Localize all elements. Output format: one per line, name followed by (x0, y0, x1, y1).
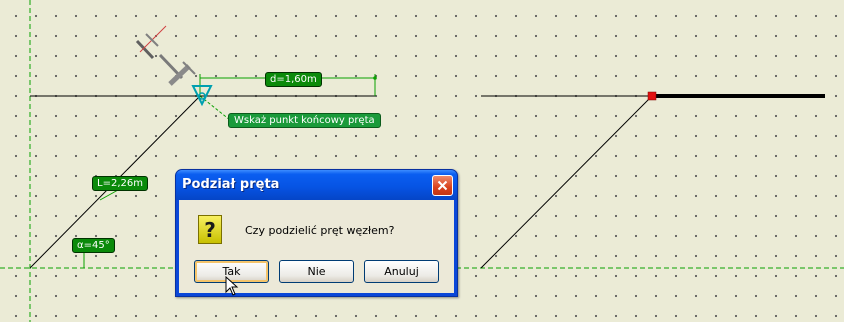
selected-node-marker[interactable] (647, 91, 657, 101)
snap-point-marker-icon (191, 85, 213, 107)
no-button[interactable]: Nie (279, 260, 354, 283)
hint-tag: Wskaż punkt końcowy pręta (228, 113, 381, 128)
angle-tag: α=45° (72, 238, 115, 253)
close-button[interactable] (432, 175, 453, 196)
distance-tag: d=1,60m (265, 72, 322, 87)
close-icon (437, 180, 448, 191)
dialog-title: Podział pręta (182, 177, 280, 192)
cancel-button[interactable]: Anuluj (364, 260, 439, 283)
dimension-end-dot (373, 76, 377, 80)
question-icon: ? (198, 215, 222, 244)
dialog-body: ? Czy podzielić pręt węzłem? Tak Nie Anu… (179, 200, 454, 293)
mouse-pointer-icon (225, 276, 239, 296)
crosshair-cursor-icon (135, 25, 196, 86)
split-bar-dialog: Podział pręta ? Czy podzielić pręt węzłe… (175, 169, 458, 297)
dialog-message: Czy podzielić pręt węzłem? (245, 224, 395, 237)
right-diagonal-bar (480, 95, 653, 269)
dialog-titlebar[interactable]: Podział pręta (176, 170, 457, 200)
length-tag: L=2,26m (92, 176, 148, 191)
